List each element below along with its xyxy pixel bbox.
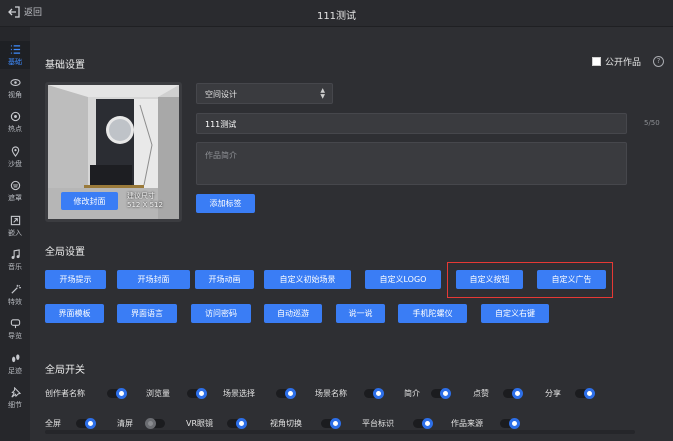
toggle-share[interactable] xyxy=(575,388,595,399)
sidebar-item-hotspot[interactable]: 热点 xyxy=(0,108,30,136)
switch-label: VR眼镜 xyxy=(186,419,214,428)
toggle-platform-mark[interactable] xyxy=(413,418,433,429)
list-icon xyxy=(10,44,20,54)
toggle-clear-screen[interactable] xyxy=(145,418,165,429)
sidebar-item-label: 特效 xyxy=(8,297,22,306)
opening-cover-button[interactable]: 开场封面 xyxy=(117,270,190,289)
cover-size-value: 512 X 512 xyxy=(127,201,163,209)
sidebar-item-label: 导览 xyxy=(8,331,22,340)
custom-right-click-button[interactable]: 自定义右键 xyxy=(481,304,549,323)
switch-label: 视角切换 xyxy=(270,419,302,428)
custom-logo-button[interactable]: 自定义LOGO xyxy=(365,270,441,289)
sidebar: 基础 视角 热点 沙盘 遮罩 嵌入 音乐 特效 导览 足迹 细节 xyxy=(0,27,30,441)
custom-initial-scene-button[interactable]: 自定义初始场景 xyxy=(264,270,351,289)
sidebar-item-music[interactable]: 音乐 xyxy=(0,246,30,274)
switch-label: 场景名称 xyxy=(315,389,347,398)
switch-label: 点赞 xyxy=(473,389,489,398)
switch-label: 分享 xyxy=(545,389,561,398)
help-icon[interactable]: ? xyxy=(653,56,665,67)
horizontal-scrollbar[interactable] xyxy=(45,430,635,434)
switch-label: 作品来源 xyxy=(451,419,483,428)
toggle-scene-select[interactable] xyxy=(276,388,296,399)
add-tag-button[interactable]: 添加标签 xyxy=(196,194,255,213)
toggle-scene-name[interactable] xyxy=(364,388,384,399)
sidebar-item-basic[interactable]: 基础 xyxy=(0,41,30,69)
sidebar-item-label: 热点 xyxy=(8,124,22,133)
target-icon xyxy=(10,111,20,121)
toggle-creator-name[interactable] xyxy=(107,388,127,399)
work-intro-textarea[interactable]: 作品简介 xyxy=(196,142,627,185)
category-select[interactable]: 空间设计 ▲ ▼ xyxy=(196,83,333,104)
category-select-value: 空间设计 xyxy=(205,90,237,99)
cover-size-label: 建议尺寸 xyxy=(127,192,155,200)
work-name-input[interactable]: 111测试 xyxy=(196,113,627,134)
toggle-fullscreen[interactable] xyxy=(76,418,96,429)
switch-label: 创作者名称 xyxy=(45,389,85,398)
top-bar: 返回 111测试 xyxy=(0,0,673,27)
highlight-box xyxy=(447,262,613,298)
public-checkbox[interactable] xyxy=(592,57,601,66)
sidebar-item-label: 视角 xyxy=(8,90,22,99)
sidebar-item-guide[interactable]: 导览 xyxy=(0,315,30,343)
mask-icon xyxy=(10,180,20,190)
sidebar-item-embed[interactable]: 嵌入 xyxy=(0,212,30,240)
sidebar-item-view[interactable]: 视角 xyxy=(0,74,30,102)
sidebar-item-effects[interactable]: 特效 xyxy=(0,281,30,309)
location-pin-icon xyxy=(11,145,19,157)
eye-icon xyxy=(9,78,21,86)
toggle-view-switch[interactable] xyxy=(321,418,341,429)
name-char-count: 5/50 xyxy=(644,119,660,127)
switch-label: 简介 xyxy=(404,389,420,398)
sidebar-item-label: 足迹 xyxy=(8,366,22,375)
ui-language-button[interactable]: 界面语言 xyxy=(117,304,177,323)
sidebar-item-label: 沙盘 xyxy=(8,159,22,168)
sidebar-item-label: 音乐 xyxy=(8,262,22,271)
toggle-intro[interactable] xyxy=(431,388,451,399)
auto-tour-button[interactable]: 自动巡游 xyxy=(264,304,322,323)
sidebar-item-detail[interactable]: 细节 xyxy=(0,384,30,412)
sidebar-item-label: 遮罩 xyxy=(8,193,22,202)
global-settings-title: 全局设置 xyxy=(45,247,85,258)
music-icon xyxy=(11,248,20,259)
select-arrows-icon: ▲ ▼ xyxy=(320,87,325,100)
pin-icon xyxy=(10,386,21,397)
switch-label: 清屏 xyxy=(117,419,133,428)
change-cover-button[interactable]: 修改封面 xyxy=(61,192,118,210)
switch-label: 浏览量 xyxy=(146,389,170,398)
project-title: 111测试 xyxy=(316,11,357,22)
sidebar-item-label: 细节 xyxy=(8,400,22,409)
opening-animation-button[interactable]: 开场动画 xyxy=(195,270,254,289)
sidebar-item-mask[interactable]: 遮罩 xyxy=(0,177,30,205)
sidebar-item-footprint[interactable]: 足迹 xyxy=(0,350,30,378)
guide-icon xyxy=(10,318,20,328)
toggle-like[interactable] xyxy=(503,388,523,399)
public-label: 公开作品 xyxy=(605,58,642,68)
switch-label: 平台标识 xyxy=(362,419,394,428)
global-switches-title: 全局开关 xyxy=(45,365,85,376)
switch-label: 全屏 xyxy=(45,419,61,428)
cover-size-note: 建议尺寸 512 X 512 xyxy=(127,192,163,210)
toggle-view-count[interactable] xyxy=(187,388,207,399)
toggle-vr-glasses[interactable] xyxy=(227,418,247,429)
ui-template-button[interactable]: 界面模板 xyxy=(45,304,104,323)
embed-icon xyxy=(10,215,20,225)
switch-label: 场景选择 xyxy=(223,389,255,398)
public-work-option[interactable]: 公开作品 ? xyxy=(592,55,665,68)
sidebar-item-sandbox[interactable]: 沙盘 xyxy=(0,143,30,171)
cover-image-card: 修改封面 建议尺寸 512 X 512 xyxy=(45,82,182,222)
opening-tip-button[interactable]: 开场提示 xyxy=(45,270,106,289)
sparkle-icon xyxy=(10,284,21,294)
sidebar-item-label: 嵌入 xyxy=(8,228,22,237)
basic-settings-title: 基础设置 xyxy=(45,60,85,71)
toggle-work-source[interactable] xyxy=(500,418,520,429)
sidebar-item-label: 基础 xyxy=(8,57,22,66)
footprint-icon xyxy=(11,353,19,362)
access-password-button[interactable]: 访问密码 xyxy=(191,304,251,323)
phone-gyroscope-button[interactable]: 手机陀螺仪 xyxy=(398,304,467,323)
say-something-button[interactable]: 说一说 xyxy=(336,304,385,323)
